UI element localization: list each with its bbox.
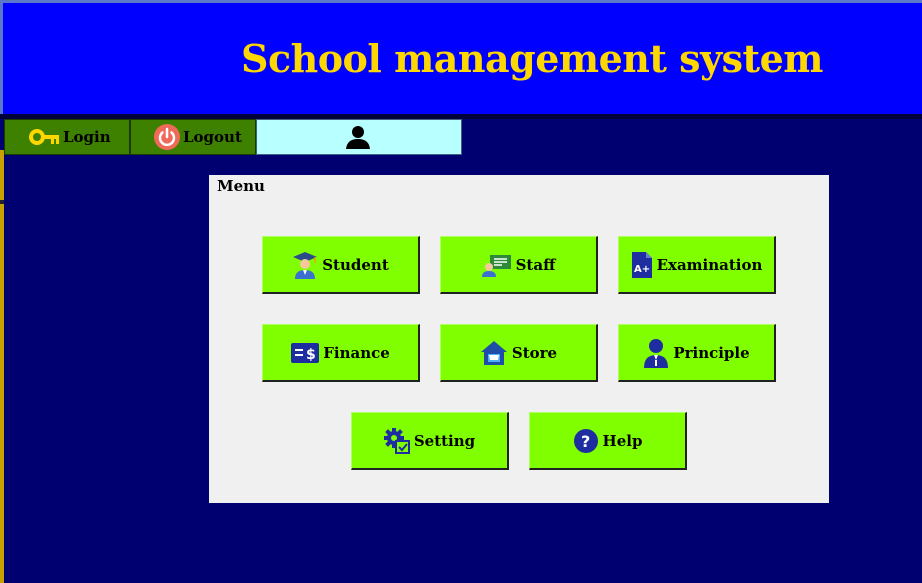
window-edge: [0, 150, 4, 583]
principle-icon: [643, 338, 669, 368]
staff-button[interactable]: Staff: [440, 236, 598, 294]
setting-button[interactable]: Setting: [351, 412, 509, 470]
student-icon: [292, 251, 318, 279]
finance-label: Finance: [323, 343, 390, 362]
key-icon: [29, 127, 61, 147]
staff-icon: [481, 253, 512, 277]
store-icon: [480, 340, 508, 366]
setting-icon: [383, 427, 410, 454]
user-profile-button[interactable]: [256, 119, 462, 155]
principle-label: Principle: [673, 343, 750, 362]
finance-icon: $: [291, 342, 320, 363]
login-button[interactable]: Login: [4, 119, 130, 155]
menu-label: Menu: [217, 177, 265, 195]
examination-button[interactable]: A+ Examination: [618, 236, 776, 294]
examination-icon: A+: [631, 251, 653, 279]
help-label: Help: [602, 431, 643, 450]
examination-label: Examination: [656, 255, 763, 274]
help-button[interactable]: ? Help: [529, 412, 687, 470]
student-button[interactable]: Student: [262, 236, 420, 294]
student-label: Student: [322, 255, 389, 274]
setting-label: Setting: [413, 431, 476, 450]
svg-text:$: $: [306, 347, 316, 363]
power-icon: [153, 123, 181, 151]
login-label: Login: [63, 128, 111, 146]
help-icon: ?: [573, 428, 599, 454]
svg-text:A+: A+: [634, 264, 650, 275]
app-title: School management system: [241, 36, 824, 81]
user-icon: [345, 124, 371, 150]
principle-button[interactable]: Principle: [618, 324, 776, 382]
logout-button[interactable]: Logout: [130, 119, 256, 155]
menu-panel: Menu Student Staff A+ Examination $ Fina…: [209, 175, 829, 503]
svg-text:?: ?: [581, 432, 590, 451]
store-label: Store: [511, 343, 558, 362]
staff-label: Staff: [515, 255, 556, 274]
logout-label: Logout: [183, 128, 242, 146]
header-banner: School management system: [0, 0, 922, 114]
finance-button[interactable]: $ Finance: [262, 324, 420, 382]
store-button[interactable]: Store: [440, 324, 598, 382]
